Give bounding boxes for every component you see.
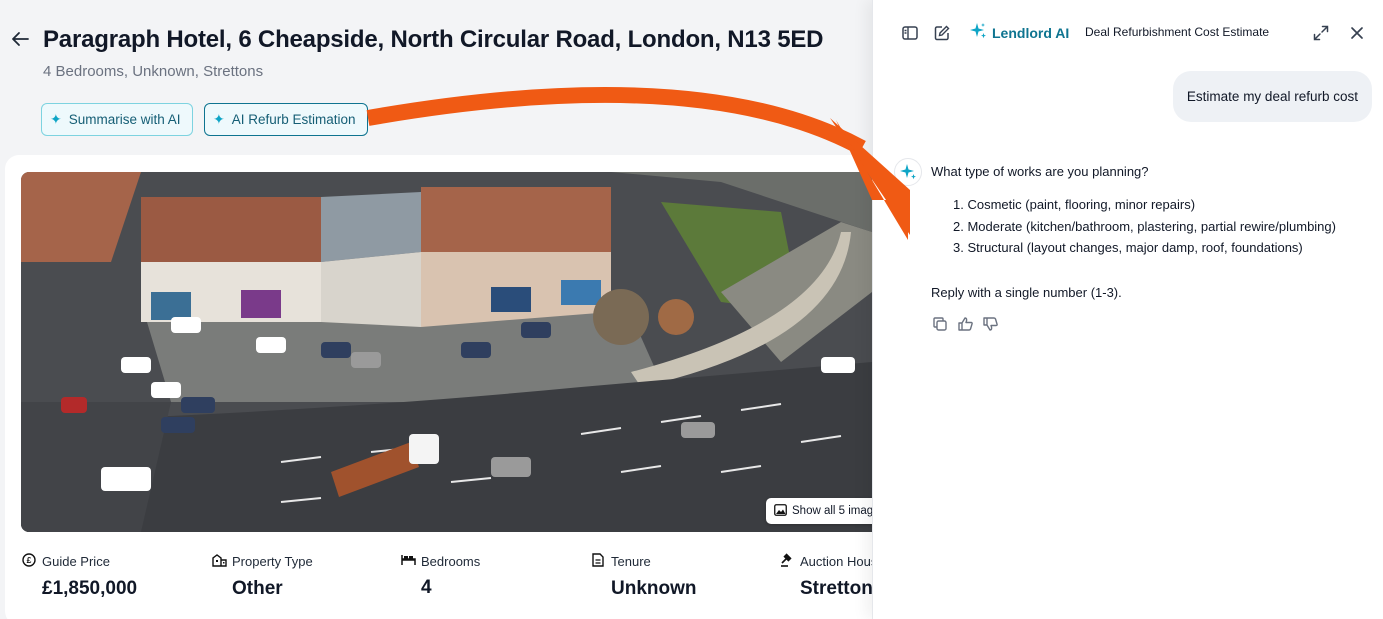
close-icon[interactable]: [1346, 22, 1368, 44]
sparkle-icon: ✦: [50, 111, 62, 127]
stat-property-type: Property Type Other: [211, 553, 313, 600]
option-item: 3. Structural (layout changes, major dam…: [953, 240, 1303, 255]
property-pane: Paragraph Hotel, 6 Cheapside, North Circ…: [0, 0, 872, 619]
sidebar-toggle-icon[interactable]: [899, 22, 921, 44]
stat-value: Strettons: [800, 578, 872, 599]
bed-icon: [400, 553, 416, 569]
property-photo[interactable]: [21, 172, 872, 532]
ai-avatar-sparkle-icon: [894, 158, 922, 186]
stat-value: £1,850,000: [42, 578, 138, 599]
new-chat-edit-icon[interactable]: [931, 22, 953, 44]
ai-reply-hint: Reply with a single number (1-3).: [931, 285, 1122, 300]
stat-tenure: Tenure Unknown: [590, 553, 697, 600]
summarise-label: Summarise with AI: [68, 112, 181, 127]
show-all-images-button[interactable]: Show all 5 images: [766, 498, 872, 524]
chat-title: Deal Refurbishment Cost Estimate: [1085, 25, 1270, 39]
stat-value: Other: [232, 578, 283, 599]
image-icon: [774, 503, 787, 519]
stat-label: Bedrooms: [421, 553, 481, 569]
document-icon: [590, 553, 606, 570]
sparkle-icon: [969, 22, 987, 43]
stat-guide-price: £ Guide Price £1,850,000: [21, 553, 137, 600]
option-item: 2. Moderate (kitchen/bathroom, plasterin…: [953, 218, 1336, 234]
stat-value: 4: [421, 577, 432, 598]
stat-label: Tenure: [611, 554, 651, 569]
ai-refurb-estimation-button[interactable]: ✦ AI Refurb Estimation: [204, 103, 368, 136]
refurb-label: AI Refurb Estimation: [231, 112, 356, 127]
option-text: Cosmetic (paint, flooring, minor repairs…: [967, 197, 1196, 212]
lendlord-ai-brand[interactable]: Lendlord AI: [969, 22, 1069, 43]
copy-icon[interactable]: [932, 316, 948, 332]
stat-label: Property Type: [232, 554, 313, 569]
thumbs-down-icon[interactable]: [982, 316, 998, 332]
sparkle-icon: ✦: [213, 111, 225, 127]
currency-circle-icon: £: [21, 553, 37, 570]
summarise-with-ai-button[interactable]: ✦ Summarise with AI: [41, 103, 193, 136]
stat-label: Auction House: [800, 554, 872, 569]
show-all-images-label: Show all 5 images: [792, 505, 872, 517]
option-text: Structural (layout changes, major damp, …: [967, 240, 1303, 255]
ai-chat-panel: Lendlord AI Deal Refurbishment Cost Esti…: [872, 0, 1383, 619]
building-icon: [211, 553, 227, 570]
message-actions: [932, 316, 998, 332]
property-title: Paragraph Hotel, 6 Cheapside, North Circ…: [43, 26, 824, 53]
user-message: Estimate my deal refurb cost: [1172, 71, 1372, 122]
option-item: 1. Cosmetic (paint, flooring, minor repa…: [953, 197, 1196, 212]
works-options-list: 1. Cosmetic (paint, flooring, minor repa…: [953, 197, 1336, 262]
gavel-icon: [779, 553, 795, 570]
property-subtitle: 4 Bedrooms, Unknown, Strettons: [43, 63, 264, 80]
stat-value: Unknown: [611, 578, 697, 599]
svg-text:£: £: [27, 555, 32, 565]
stat-bedrooms: Bedrooms 4: [400, 553, 480, 599]
stat-label: Guide Price: [42, 554, 110, 569]
option-text: Moderate (kitchen/bathroom, plastering, …: [967, 218, 1336, 234]
brand-label: Lendlord AI: [992, 24, 1070, 41]
ai-question: What type of works are you planning?: [931, 164, 1149, 179]
thumbs-up-icon[interactable]: [957, 316, 973, 332]
expand-icon[interactable]: [1310, 22, 1332, 44]
back-arrow-icon[interactable]: [10, 28, 30, 50]
stat-auction-house: Auction House Strettons: [779, 553, 872, 600]
